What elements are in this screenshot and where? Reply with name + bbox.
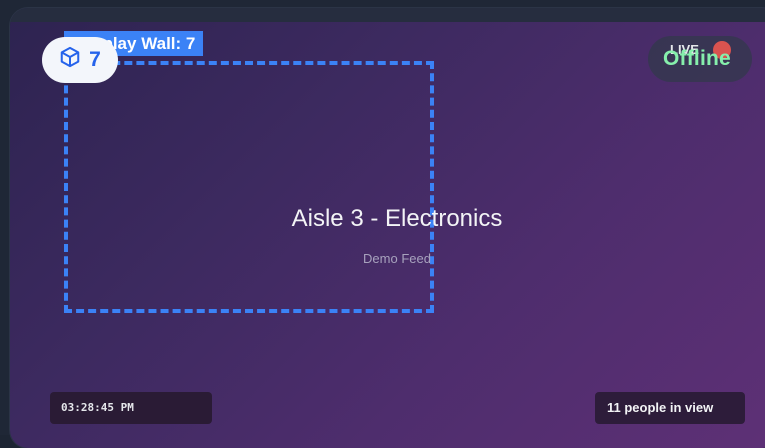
camera-card: Display Wall: 7 7 LIVE Offline Aisle 3 -… (0, 0, 765, 448)
detection-box (64, 61, 434, 313)
cube-icon (59, 46, 81, 74)
feed-top-strip (10, 8, 765, 22)
object-count-badge: 7 (42, 37, 118, 83)
connection-status: Offline (663, 47, 731, 70)
feed-subtitle: Demo Feed (363, 251, 431, 266)
people-count: 11 people in view (595, 392, 745, 424)
feed-title: Aisle 3 - Electronics (291, 205, 503, 232)
object-count-value: 7 (89, 48, 101, 71)
timestamp: 03:28:45 PM (50, 392, 212, 424)
